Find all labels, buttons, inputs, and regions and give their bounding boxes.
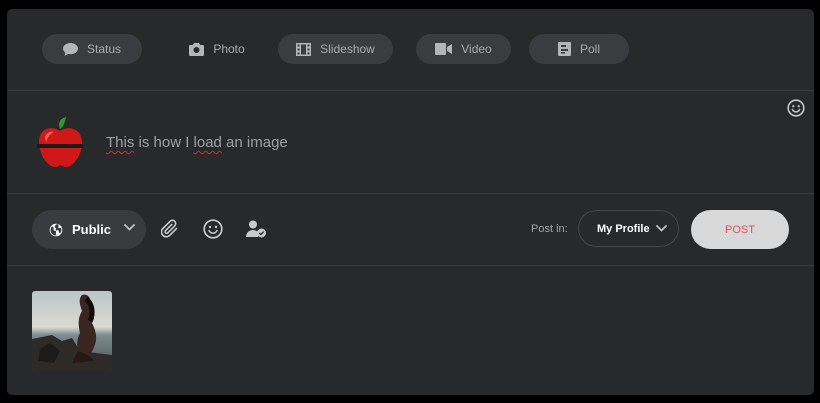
post-destination-value: My Profile	[597, 222, 650, 235]
composer-toolbar: Public Post in: My Profile POST	[7, 194, 814, 266]
chevron-down-icon	[124, 224, 135, 231]
avatar	[37, 117, 83, 167]
tag-friend-icon[interactable]	[246, 220, 267, 238]
film-icon	[296, 42, 312, 56]
camera-icon	[189, 42, 205, 56]
emoji-icon[interactable]	[787, 99, 805, 117]
tab-photo[interactable]: Photo	[167, 34, 267, 64]
spelling-flagged-word: load	[193, 134, 222, 151]
post-in-label: Post in:	[531, 223, 568, 235]
tab-video[interactable]: Video	[416, 34, 511, 64]
tab-poll[interactable]: Poll	[529, 34, 629, 64]
tab-photo-label: Photo	[213, 42, 245, 56]
video-camera-icon	[435, 43, 453, 55]
tab-slideshow[interactable]: Slideshow	[278, 34, 393, 64]
attached-image-thumbnail[interactable]	[32, 291, 112, 371]
post-button[interactable]: POST	[691, 210, 789, 249]
tab-status-label: Status	[86, 42, 122, 56]
globe-icon	[49, 223, 63, 236]
post-composer-card: Status Photo Slideshow Video Poll This i	[7, 9, 814, 395]
attached-image	[32, 291, 112, 371]
tab-poll-label: Poll	[579, 42, 600, 56]
privacy-label: Public	[72, 222, 112, 237]
post-text-input[interactable]: This is how I load an image	[106, 134, 288, 151]
emoji-icon[interactable]	[203, 219, 223, 239]
poll-icon	[557, 42, 571, 56]
tab-video-label: Video	[461, 42, 492, 56]
chat-bubble-icon	[62, 42, 78, 56]
spelling-flagged-word: This	[106, 134, 135, 151]
paperclip-icon[interactable]	[161, 219, 179, 239]
post-text-segment: is how I	[134, 134, 194, 151]
post-destination-select[interactable]: My Profile	[578, 210, 679, 247]
chevron-down-icon	[656, 225, 667, 232]
post-text-segment: an image	[221, 134, 288, 151]
composer-area: This is how I load an image	[7, 91, 814, 194]
tab-slideshow-label: Slideshow	[320, 42, 375, 56]
tab-status[interactable]: Status	[42, 34, 142, 64]
post-type-tabs: Status Photo Slideshow Video Poll	[7, 9, 814, 91]
privacy-selector[interactable]: Public	[32, 210, 146, 249]
